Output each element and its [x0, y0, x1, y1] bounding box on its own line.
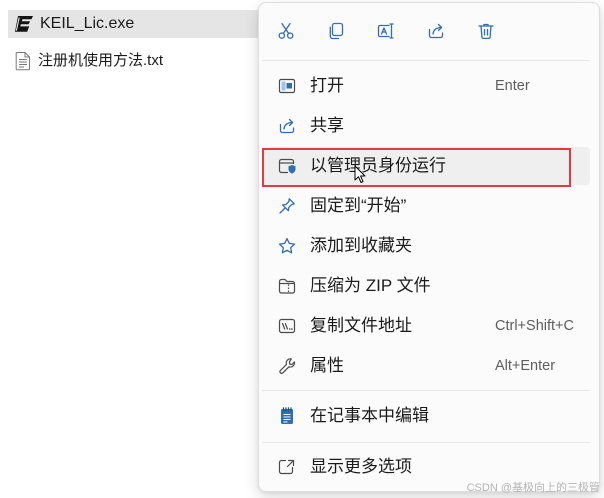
- menu-item-label: 添加到收藏夹: [310, 236, 412, 255]
- menu-item-copy-path[interactable]: 复制文件地址 Ctrl+Shift+C: [259, 306, 599, 346]
- copy-button[interactable]: [316, 13, 356, 49]
- menu-item-label: 显示更多选项: [310, 457, 412, 476]
- menu-divider: [262, 390, 590, 391]
- menu-item-shortcut: Ctrl+Shift+C: [495, 318, 574, 334]
- cut-button[interactable]: [266, 13, 306, 49]
- file-row[interactable]: 注册机使用方法.txt: [8, 47, 270, 75]
- menu-item-label: 复制文件地址: [310, 316, 412, 335]
- menu-item-compress-zip[interactable]: 压缩为 ZIP 文件: [259, 266, 599, 306]
- star-icon: [278, 237, 296, 254]
- rename-button[interactable]: [366, 13, 406, 49]
- file-name: 注册机使用方法.txt: [38, 52, 164, 69]
- open-icon: [278, 78, 296, 94]
- menu-divider: [262, 60, 590, 61]
- menu-item-add-to-favorites[interactable]: 添加到收藏夹: [259, 226, 599, 266]
- menu-item-label: 打开: [310, 76, 344, 95]
- menu-item-properties[interactable]: 属性 Alt+Enter: [259, 346, 599, 386]
- context-menu: 打开 Enter 共享 以管理员身份运行 固定到“开始” 添加到收藏夹 压缩为 …: [258, 2, 600, 492]
- zip-folder-icon: [278, 278, 296, 294]
- mouse-cursor-icon: [354, 165, 366, 183]
- share-icon: [428, 23, 444, 39]
- trash-icon: [478, 23, 494, 40]
- pin-icon: [279, 198, 295, 214]
- file-name: KEIL_Lic.exe: [40, 15, 135, 32]
- menu-item-shortcut: Enter: [495, 78, 530, 94]
- annotation-highlight-box: [262, 148, 571, 187]
- file-row[interactable]: KEIL_Lic.exe: [8, 10, 270, 38]
- menu-item-open[interactable]: 打开 Enter: [259, 66, 599, 106]
- menu-item-label: 属性: [310, 356, 344, 375]
- menu-divider: [262, 442, 590, 443]
- scissors-icon: [278, 22, 294, 39]
- quick-action-bar: [266, 13, 516, 49]
- rename-icon: [377, 23, 394, 39]
- delete-button[interactable]: [466, 13, 506, 49]
- menu-item-label: 在记事本中编辑: [310, 406, 429, 425]
- menu-item-label: 共享: [310, 116, 344, 135]
- text-file-icon: [15, 52, 30, 71]
- keil-exe-icon: [15, 16, 33, 32]
- menu-item-label: 固定到“开始”: [310, 196, 407, 215]
- menu-item-label: 压缩为 ZIP 文件: [310, 276, 431, 295]
- menu-item-share[interactable]: 共享: [259, 106, 599, 146]
- file-list: KEIL_Lic.exe 注册机使用方法.txt: [0, 0, 270, 100]
- menu-item-edit-in-notepad[interactable]: 在记事本中编辑: [259, 396, 599, 436]
- wrench-icon: [279, 358, 296, 374]
- copy-icon: [329, 22, 344, 40]
- menu-item-shortcut: Alt+Enter: [495, 358, 556, 374]
- share-button[interactable]: [416, 13, 456, 49]
- show-more-icon: [278, 459, 295, 475]
- menu-item-pin-to-start[interactable]: 固定到“开始”: [259, 186, 599, 226]
- notepad-icon: [281, 407, 293, 424]
- share-icon: [279, 118, 295, 134]
- copy-path-icon: [278, 318, 296, 334]
- watermark-text: CSDN @基极向上的三极管: [466, 482, 600, 494]
